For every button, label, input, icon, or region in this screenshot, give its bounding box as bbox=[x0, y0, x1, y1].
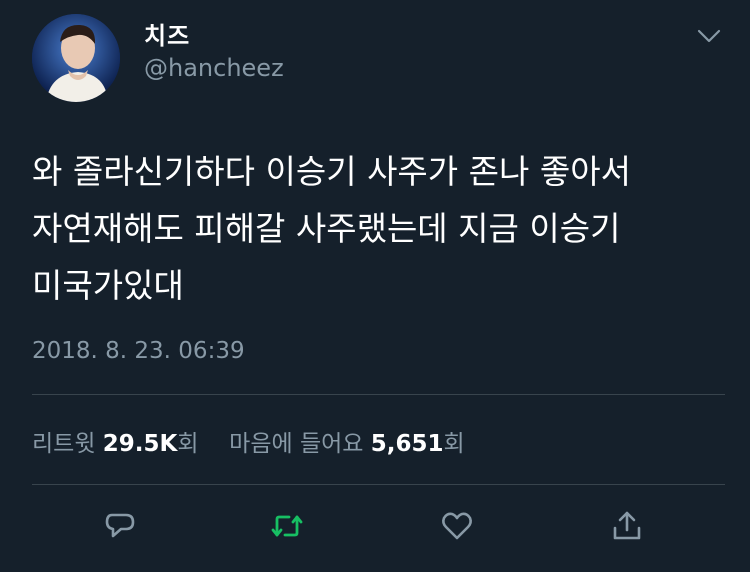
share-button[interactable] bbox=[607, 506, 647, 546]
engagement-stats: 리트윗 29.5K회 마음에 들어요 5,651회 bbox=[32, 424, 465, 458]
user-handle[interactable]: @hancheez bbox=[144, 54, 284, 82]
tweet-text: 와 졸라신기하다 이승기 사주가 존나 좋아서 자연재해도 피해갈 사주랬는데 … bbox=[32, 152, 631, 305]
retweet-icon bbox=[269, 508, 305, 544]
display-name[interactable]: 치즈 bbox=[144, 16, 190, 51]
retweets-count[interactable]: 29.5K bbox=[103, 431, 178, 457]
likes-count[interactable]: 5,651 bbox=[371, 431, 444, 457]
divider bbox=[32, 484, 725, 485]
divider bbox=[32, 394, 725, 395]
avatar[interactable] bbox=[32, 14, 120, 102]
reply-button[interactable] bbox=[100, 506, 140, 546]
retweets-label: 리트윗 bbox=[32, 431, 96, 457]
retweet-button[interactable] bbox=[267, 506, 307, 546]
likes-label: 마음에 들어요 bbox=[229, 431, 364, 457]
reply-icon bbox=[102, 508, 138, 544]
share-icon bbox=[609, 508, 645, 544]
heart-icon bbox=[439, 508, 475, 544]
likes-unit: 회 bbox=[443, 431, 465, 457]
tweet-card: 치즈 @hancheez 와 졸라신기하다 이승기 사주가 존나 좋아서 자연재… bbox=[0, 0, 750, 572]
like-button[interactable] bbox=[437, 506, 477, 546]
chevron-down-icon[interactable] bbox=[696, 26, 722, 46]
retweets-unit: 회 bbox=[177, 431, 199, 457]
tweet-timestamp[interactable]: 2018. 8. 23. 06:39 bbox=[32, 338, 245, 364]
